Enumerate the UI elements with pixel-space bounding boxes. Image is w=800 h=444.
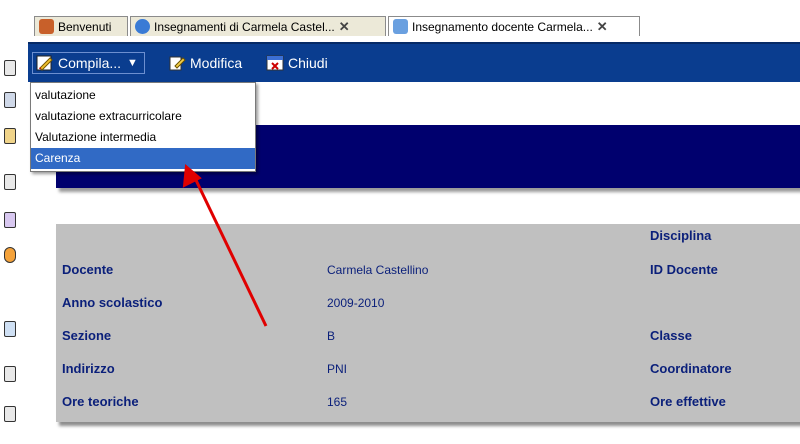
home-icon [39, 19, 54, 34]
tab-label: Insegnamenti di Carmela Castel... [154, 19, 335, 34]
tab-benvenuti[interactable]: Benvenuti [34, 16, 128, 36]
menu-item-valutazione[interactable]: valutazione [31, 85, 255, 106]
ore-teoriche-label: Ore teoriche [62, 394, 139, 409]
modifica-button[interactable]: Modifica [168, 52, 242, 74]
coordinatore-label: Coordinatore [650, 361, 732, 376]
id-docente-label: ID Docente [650, 262, 718, 277]
anno-value: 2009-2010 [327, 296, 385, 310]
close-icon[interactable]: ✕ [597, 19, 608, 35]
sidebar-report-icon[interactable] [4, 366, 18, 382]
globe-icon [135, 19, 150, 34]
tab-insegnamento-docente[interactable]: Insegnamento docente Carmela... ✕ [388, 16, 640, 36]
menu-item-valutazione-intermedia[interactable]: Valutazione intermedia [31, 127, 255, 148]
sidebar-folder-icon[interactable] [4, 174, 18, 190]
pencil-icon [169, 56, 186, 71]
chiudi-label: Chiudi [288, 55, 328, 71]
sidebar-doc-icon[interactable] [4, 60, 18, 76]
sidebar-user-icon[interactable] [4, 321, 18, 337]
ore-teoriche-value: 165 [327, 395, 348, 409]
edit-form-icon [36, 55, 53, 71]
modifica-label: Modifica [190, 55, 243, 71]
docente-label: Docente [62, 262, 114, 277]
compila-button[interactable]: Compila... ▼ [32, 52, 145, 74]
sidebar-people-icon[interactable] [4, 128, 18, 144]
indirizzo-label: Indirizzo [62, 361, 115, 376]
sidebar-report2-icon[interactable] [4, 406, 18, 422]
close-window-icon [266, 55, 284, 71]
menu-item-carenza[interactable]: Carenza [31, 148, 255, 169]
menu-item-valutazione-extracurricolare[interactable]: valutazione extracurricolare [31, 106, 255, 127]
sidebar-book-icon[interactable] [4, 92, 18, 108]
compila-label: Compila... [58, 55, 122, 71]
tab-label: Benvenuti [58, 19, 112, 34]
compila-dropdown-menu: valutazione valutazione extracurricolare… [30, 82, 256, 172]
sidebar-list-icon[interactable] [4, 212, 18, 228]
tab-bar: Benvenuti Insegnamenti di Carmela Castel… [28, 16, 800, 36]
classe-label: Classe [650, 328, 692, 343]
indirizzo-value: PNI [327, 362, 348, 376]
anno-label: Anno scolastico [62, 295, 163, 310]
toolbar: Compila... ▼ Modifica Chiudi [28, 42, 800, 82]
chiudi-button[interactable]: Chiudi [266, 52, 328, 74]
close-icon[interactable]: ✕ [339, 19, 350, 35]
info-panel: Disciplina Docente Carmela Castellino ID… [56, 224, 800, 422]
chevron-down-icon[interactable]: ▼ [127, 57, 138, 69]
document-icon [393, 19, 408, 34]
tab-label: Insegnamento docente Carmela... [412, 19, 593, 34]
docente-value: Carmela Castellino [327, 263, 429, 277]
sezione-label: Sezione [62, 328, 112, 343]
tab-insegnamenti[interactable]: Insegnamenti di Carmela Castel... ✕ [130, 16, 386, 36]
disciplina-label: Disciplina [650, 228, 712, 243]
sezione-value: B [327, 329, 336, 343]
ore-effettive-label: Ore effettive [650, 394, 726, 409]
left-icon-strip [0, 0, 24, 444]
sidebar-chart-icon[interactable] [4, 247, 18, 263]
